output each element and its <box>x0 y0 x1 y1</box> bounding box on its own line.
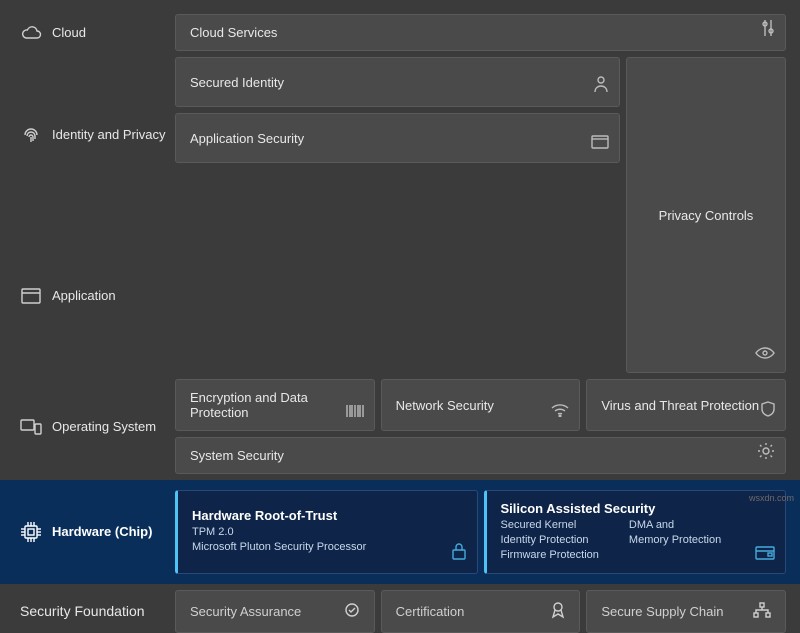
check-circle-icon <box>344 602 360 621</box>
layer-application-text: Application <box>52 288 116 303</box>
pill-supply-chain[interactable]: Secure Supply Chain <box>586 590 786 633</box>
shield-icon <box>761 401 775 420</box>
card-cloud-services[interactable]: Cloud Services <box>175 14 786 51</box>
app-window-icon <box>591 135 609 152</box>
card-application-security[interactable]: Application Security <box>175 113 620 163</box>
card-chip-icon <box>755 544 775 563</box>
watermark: wsxdn.com <box>749 493 794 503</box>
layer-cloud-label: Cloud <box>14 14 169 51</box>
pill-certification[interactable]: Certification <box>381 590 581 633</box>
card-virus-protection[interactable]: Virus and Threat Protection <box>586 379 786 431</box>
layer-identity-text: Identity and Privacy <box>52 127 165 142</box>
hw-silicon-c1-1: Secured Kernel <box>501 518 599 533</box>
layer-os-label: Operating System <box>14 379 169 474</box>
layer-os-text: Operating System <box>52 419 156 434</box>
pill-certification-label: Certification <box>396 604 465 619</box>
card-network-security-label: Network Security <box>396 398 494 413</box>
hw-silicon-title: Silicon Assisted Security <box>501 501 656 516</box>
window-icon <box>20 288 42 304</box>
card-secured-identity[interactable]: Secured Identity <box>175 57 620 107</box>
hw-root-line1: TPM 2.0 <box>192 525 234 540</box>
card-network-security[interactable]: Network Security <box>381 379 581 431</box>
card-privacy-controls[interactable]: Privacy Controls <box>626 57 786 373</box>
layer-hardware-text: Hardware (Chip) <box>52 524 152 539</box>
hw-silicon-c1-2: Identity Protection <box>501 533 599 548</box>
card-encryption-label: Encryption and Data Protection <box>190 390 360 420</box>
layer-hardware-label: Hardware (Chip) <box>14 490 169 574</box>
layer-identity-label: Identity and Privacy <box>14 57 169 212</box>
card-silicon-assisted[interactable]: Silicon Assisted Security Secured Kernel… <box>484 490 787 574</box>
cloud-icon <box>20 25 42 41</box>
card-virus-protection-label: Virus and Threat Protection <box>601 398 759 413</box>
card-encryption[interactable]: Encryption and Data Protection <box>175 379 375 431</box>
card-system-security-label: System Security <box>190 448 284 463</box>
hw-root-title: Hardware Root-of-Trust <box>192 508 337 523</box>
person-icon <box>593 75 609 96</box>
ribbon-icon <box>551 601 565 622</box>
devices-icon <box>20 418 42 436</box>
pill-security-assurance[interactable]: Security Assurance <box>175 590 375 633</box>
pill-security-assurance-label: Security Assurance <box>190 604 301 619</box>
hw-silicon-c2-2: Memory Protection <box>629 533 721 548</box>
layer-foundation-label: Security Foundation <box>14 590 169 633</box>
card-privacy-controls-label: Privacy Controls <box>659 208 754 223</box>
hw-silicon-c1-3: Firmware Protection <box>501 548 599 563</box>
network-icon <box>753 602 771 621</box>
sliders-icon <box>761 19 775 40</box>
layer-cloud-text: Cloud <box>52 25 86 40</box>
lock-icon <box>451 542 467 563</box>
card-application-security-label: Application Security <box>190 131 304 146</box>
layer-foundation-text: Security Foundation <box>20 603 145 619</box>
row-identity-application: Identity and Privacy Application Secured… <box>14 57 786 373</box>
card-hardware-root-of-trust[interactable]: Hardware Root-of-Trust TPM 2.0 Microsoft… <box>175 490 478 574</box>
chip-icon <box>20 521 42 543</box>
row-os: Operating System Encryption and Data Pro… <box>14 379 786 474</box>
layer-application-label: Application <box>14 218 169 373</box>
eye-icon <box>755 347 775 362</box>
card-secured-identity-label: Secured Identity <box>190 75 284 90</box>
hw-root-line2: Microsoft Pluton Security Processor <box>192 540 366 555</box>
wifi-icon <box>551 403 569 420</box>
card-system-security[interactable]: System Security <box>175 437 786 474</box>
row-security-foundation: Security Foundation Security Assurance C… <box>14 590 786 633</box>
fingerprint-icon <box>20 125 42 145</box>
pill-supply-chain-label: Secure Supply Chain <box>601 604 723 619</box>
barcode-icon <box>346 405 364 420</box>
row-cloud: Cloud Cloud Services <box>14 14 786 51</box>
gear-shield-icon <box>757 442 775 463</box>
hw-silicon-c2-1: DMA and <box>629 518 721 533</box>
row-hardware: Hardware (Chip) Hardware Root-of-Trust T… <box>0 480 800 584</box>
card-cloud-services-label: Cloud Services <box>190 25 277 40</box>
